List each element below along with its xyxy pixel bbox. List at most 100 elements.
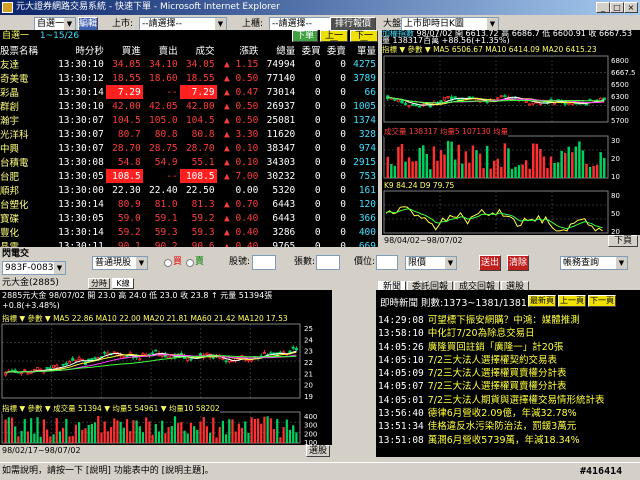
quote-row[interactable]: 台塑化 13:30:14 80.9 81.0 81.3 ▲ 0.70 6443 0 0 120 <box>0 197 378 212</box>
news-item[interactable]: 14:29:08 可望標下振安網購？中鴻：媒體推測 <box>378 314 640 327</box>
news-item[interactable]: 14:05:26 廣隆買回註銷「廣隆一」計20張 <box>378 341 640 354</box>
qty-input[interactable] <box>316 255 340 270</box>
column-header[interactable]: 賣出 <box>143 43 180 57</box>
volume-bar <box>39 436 42 443</box>
volume-bar <box>167 427 170 443</box>
news-item[interactable]: 14:05:01 7/2三大法人期貨與選擇權交易情形統計表 <box>378 394 640 407</box>
quote-cell-bq: 0 <box>314 170 321 182</box>
price-type-select[interactable]: 限價 <box>405 256 457 270</box>
quote-cell-ask: 105.0 <box>149 114 178 126</box>
market-select[interactable]: --請選擇-- <box>139 17 227 31</box>
news-item[interactable]: 14:05:10 7/2三大法人選擇權契約交易表 <box>378 354 640 367</box>
candle-body <box>138 358 142 361</box>
index-next-button[interactable]: 下頁 <box>608 235 638 247</box>
submit-button[interactable]: 送出 <box>479 255 501 271</box>
candle-body <box>205 352 209 356</box>
market-label: 上市: <box>112 19 134 29</box>
volume-bar <box>209 432 212 443</box>
quote-row[interactable]: 中興 13:30:07 28.70 28.75 28.70 ▲ 0.10 38347 0 0 97… <box>0 141 378 156</box>
news-time: 14:05:09 <box>378 368 424 380</box>
column-header[interactable]: 委買 <box>297 43 322 57</box>
prev-page-button[interactable]: 上一頁 <box>320 30 348 51</box>
quote-row[interactable]: 台積電 13:30:08 54.8 54.9 55.1 ▲ 0.10 34303 0 0 2915 <box>0 155 378 170</box>
news-list: 14:29:08 可望標下振安網購？中鴻：媒體推測 13:58:10 中化訂7/20為… <box>378 314 640 447</box>
column-header[interactable]: 委賣 <box>323 43 348 57</box>
volume-bar <box>250 417 253 443</box>
quote-row[interactable]: 順邦 13:30:00 22.30 22.40 22.50 0.00 5320 0 0 161 <box>0 183 378 198</box>
news-item[interactable]: 14:05:09 7/2三大法人選擇權買賣權分計表 <box>378 367 640 380</box>
volume-bar <box>135 420 138 443</box>
account-select[interactable]: 983F-0083658 <box>2 261 66 275</box>
news-item[interactable]: 13:56:40 德律6月營收2.09億，年減32.78% <box>378 407 640 420</box>
stock-chart-title: 元大金(2885) <box>2 278 59 288</box>
index-chart-panel: 加權指數 98/07/02 開 6613.72 高 6686.7 低 6600.… <box>382 30 640 247</box>
quote-cell-aq: 0 <box>340 142 346 154</box>
maximize-icon[interactable]: □ <box>610 2 624 13</box>
tab-kline[interactable]: K線 <box>112 278 134 289</box>
news-headline: 7/2三大法人選擇權買賣權分計表 <box>427 368 567 380</box>
quote-row[interactable]: 奇美電 13:30:12 18.55 18.60 18.55 ▲ 0.50 77140 0 0 3… <box>0 71 378 86</box>
quote-cell-aq: 0 <box>340 58 346 70</box>
quote-row[interactable]: 友達 13:30:10 34.05 34.10 34.05 ▲ 1.15 74994 0 0 42… <box>0 57 378 72</box>
group-select[interactable]: 自選一 <box>34 17 76 31</box>
quote-row[interactable]: 瀚宇 13:30:07 104.5 105.0 104.5 ▲ 0.50 25081 0 0 13… <box>0 113 378 128</box>
volume-bar <box>276 419 279 443</box>
quote-cell-chg: ▲ 0.47 <box>224 86 259 98</box>
candle-body <box>407 104 411 107</box>
news-item[interactable]: 13:51:08 萬潤6月營收5739萬，年減18.34% <box>378 434 640 447</box>
volume-bar <box>116 420 119 443</box>
quote-row[interactable]: 晶電 13:30:11 90.1 90.2 90.6 ▲ 0.40 9765 0 0 669 <box>0 239 378 248</box>
news-item[interactable]: 14:05:07 7/2三大法人選擇權買賣權分計表 <box>378 380 640 393</box>
quote-row[interactable]: 台肥 13:30:05 108.5 -- 108.5 ▲ 7.00 30232 0 0 753 <box>0 169 378 183</box>
next-page-button[interactable]: 下一頁 <box>350 30 378 51</box>
quote-row[interactable]: 豐化 13:30:14 59.2 59.3 59.3 ▲ 0.40 3286 0 0 400 <box>0 225 378 240</box>
quote-cell-aq: 0 <box>340 212 346 224</box>
quote-cell-bid: 22.30 <box>112 184 141 196</box>
minimize-icon[interactable]: _ <box>596 2 610 13</box>
news-item[interactable]: 13:58:10 中化訂7/20為除息交易日 <box>378 327 640 340</box>
buy-radio[interactable] <box>164 259 172 267</box>
stock-input[interactable] <box>252 255 276 270</box>
trade-button[interactable]: 下單 <box>292 30 318 42</box>
volume-bar <box>553 162 556 178</box>
column-header[interactable]: 總量 <box>260 43 297 57</box>
tab-intraday[interactable]: 分時 <box>88 278 110 289</box>
quote-cell-bid: 18.55 <box>112 72 141 84</box>
quote-cell-chg: ▲ 0.50 <box>224 72 259 84</box>
column-header[interactable]: 成交 <box>180 43 217 57</box>
chart-select[interactable]: 上市即時日K圖 <box>401 17 499 31</box>
news-next-button[interactable]: 下一頁 <box>588 295 616 307</box>
news-headline: 7/2三大法人期貨與選擇權交易情形統計表 <box>427 394 605 406</box>
query-select[interactable]: 帳務查詢 <box>560 256 628 270</box>
volume-bar <box>282 427 285 443</box>
quote-cell-ask: -- <box>166 170 178 182</box>
quote-cell-last: 7.29 <box>179 85 217 99</box>
column-header[interactable]: 買進 <box>106 43 143 57</box>
news-item[interactable]: 13:51:34 佳格違反水污染防治法，罰鍰3萬元 <box>378 420 640 433</box>
quote-cell-bid: 104.5 <box>112 114 141 126</box>
quote-row[interactable]: 光洋科 13:30:07 80.7 80.8 80.8 ▲ 3.30 11620 0 0 328 <box>0 127 378 142</box>
price-input[interactable] <box>376 255 398 270</box>
close-icon[interactable]: × <box>624 2 638 13</box>
column-header[interactable]: 時分秒 <box>48 43 106 57</box>
ranking-button[interactable]: 排行報價 <box>330 17 376 31</box>
news-prev-button[interactable]: 上一頁 <box>558 295 586 307</box>
clear-button[interactable]: 清除 <box>507 255 529 271</box>
quote-row[interactable]: 群創 13:30:10 42.00 42.05 42.00 ▲ 0.50 26937 0 0 10… <box>0 99 378 114</box>
order-type-select[interactable]: 普通現股 <box>92 256 148 270</box>
stock-next-button[interactable]: 選股 <box>306 445 330 457</box>
candle-body <box>186 357 190 361</box>
volume-bar <box>404 161 407 178</box>
quote-row[interactable]: 彩晶 13:30:14 7.29 -- 7.29 ▲ 0.47 73014 0 0 66 <box>0 85 378 99</box>
volume-bar <box>199 421 202 443</box>
news-latest-button[interactable]: 最新頁 <box>528 295 556 307</box>
sell-radio[interactable] <box>186 259 194 267</box>
volume-bar <box>478 153 482 178</box>
column-header[interactable]: 單量 <box>348 43 378 57</box>
column-header[interactable]: 股票名稱 <box>0 43 48 57</box>
quote-row[interactable]: 寶碟 13:30:05 59.0 59.1 59.2 ▲ 0.40 6443 0 0 366 <box>0 211 378 226</box>
column-header[interactable]: 漲跌 <box>217 43 261 57</box>
volume-bar <box>485 145 489 178</box>
edit-button[interactable]: 編輯 <box>78 17 98 31</box>
quote-cell-ask: 18.60 <box>149 72 178 84</box>
